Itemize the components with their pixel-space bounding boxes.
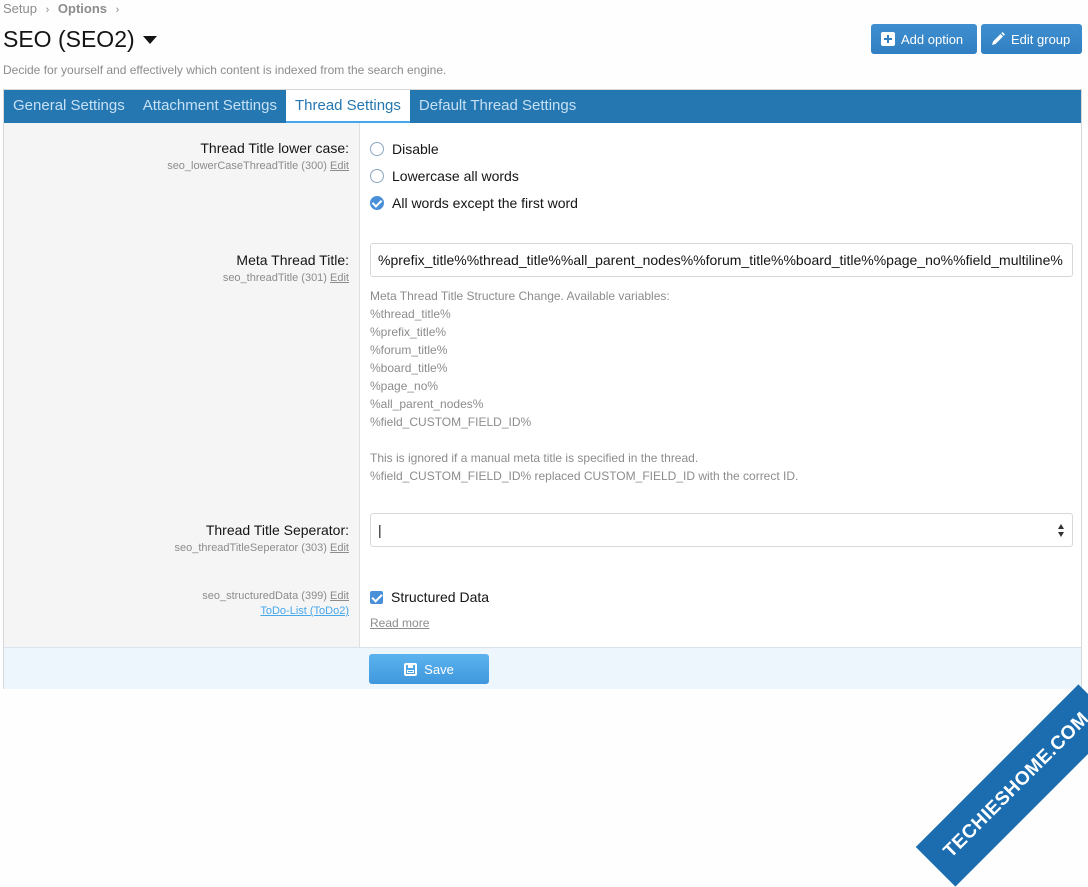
label-meta: Meta Thread Title:	[236, 252, 349, 268]
explain-line: Meta Thread Title Structure Change. Avai…	[370, 289, 670, 303]
meta-thread-title-input[interactable]: %prefix_title%%thread_title%%all_parent_…	[370, 243, 1073, 277]
row-label-lowercase: Thread Title lower case: seo_lowerCaseTh…	[167, 140, 349, 172]
row-label-meta: Meta Thread Title: seo_threadTitle (301)…	[223, 252, 349, 284]
explain-line: %thread_title%	[370, 307, 451, 321]
breadcrumb-options[interactable]: Options	[58, 1, 107, 16]
separator-select[interactable]: |	[370, 513, 1073, 547]
tab-bar: General Settings Attachment Settings Thr…	[4, 90, 1081, 123]
form-footer: Save	[4, 647, 1081, 689]
todo-list-link[interactable]: ToDo-List (ToDo2)	[202, 605, 349, 617]
explain-gap	[370, 431, 798, 449]
save-button[interactable]: Save	[369, 654, 489, 684]
edit-link-separator[interactable]: Edit	[330, 542, 349, 554]
hint-lowercase-key: seo_lowerCaseThreadTitle (300)	[167, 160, 327, 172]
explain-line: %all_parent_nodes%	[370, 397, 484, 411]
radio-disable[interactable]: Disable	[370, 141, 439, 157]
add-option-label: Add option	[901, 31, 964, 47]
page-title[interactable]: SEO (SEO2)	[3, 26, 157, 53]
checkbox-checked-icon[interactable]	[370, 590, 383, 604]
label-separator: Thread Title Seperator:	[205, 522, 349, 538]
edit-group-button[interactable]: Edit group	[981, 24, 1082, 54]
tab-attachment-settings[interactable]: Attachment Settings	[134, 90, 286, 123]
save-label: Save	[424, 661, 454, 677]
structured-data-checkbox[interactable]: Structured Data	[370, 589, 489, 605]
floppy-disk-icon	[404, 662, 418, 676]
tab-default-thread-settings[interactable]: Default Thread Settings	[410, 90, 585, 123]
meta-thread-title-explain: Meta Thread Title Structure Change. Avai…	[370, 287, 798, 485]
explain-line: %prefix_title%	[370, 325, 447, 339]
row-label-separator: Thread Title Seperator: seo_threadTitleS…	[175, 522, 350, 554]
radio-lowercase-all-label: Lowercase all words	[392, 168, 519, 184]
breadcrumb-setup[interactable]: Setup	[3, 1, 37, 16]
caret-down-icon[interactable]	[142, 35, 157, 44]
breadcrumb-separator-icon: ›	[115, 4, 120, 16]
hint-meta: seo_threadTitle (301) Edit	[223, 272, 349, 284]
explain-line: %page_no%	[370, 379, 439, 393]
radio-except-first-label: All words except the first word	[392, 195, 578, 211]
radio-checked-icon[interactable]	[370, 196, 384, 210]
read-more-link[interactable]: Read more	[370, 616, 429, 630]
radio-except-first[interactable]: All words except the first word	[370, 195, 578, 211]
edit-link-structured[interactable]: Edit	[330, 590, 349, 602]
radio-off-icon[interactable]	[370, 169, 384, 183]
explain-line: %field_CUSTOM_FIELD_ID%	[370, 415, 532, 429]
pencil-icon	[992, 32, 1005, 45]
tab-thread-settings[interactable]: Thread Settings	[285, 90, 410, 123]
edit-link-meta[interactable]: Edit	[330, 272, 349, 284]
edit-link-lowercase[interactable]: Edit	[330, 160, 349, 172]
hint-structured-key: seo_structuredData (399)	[202, 590, 327, 602]
separator-select-value: |	[378, 522, 382, 538]
label-lowercase: Thread Title lower case:	[200, 140, 349, 156]
breadcrumb: Setup › Options ›	[3, 1, 124, 16]
explain-line: %forum_title%	[370, 343, 448, 357]
hint-separator-key: seo_threadTitleSeperator (303)	[174, 542, 327, 554]
plus-square-icon	[881, 32, 895, 46]
add-option-button[interactable]: Add option	[871, 24, 977, 54]
explain-line: %board_title%	[370, 361, 448, 375]
edit-group-label: Edit group	[1011, 31, 1071, 47]
watermark-logo: TECHIESHOME.COM	[915, 684, 1088, 887]
row-label-structured: seo_structuredData (399) Edit ToDo-List …	[202, 586, 349, 617]
explain-line: This is ignored if a manual meta title i…	[370, 451, 699, 465]
structured-data-label: Structured Data	[391, 589, 490, 605]
radio-disable-label: Disable	[392, 141, 439, 157]
hint-separator: seo_threadTitleSeperator (303) Edit	[175, 542, 350, 554]
radio-off-icon[interactable]	[370, 142, 384, 156]
label-column: Thread Title lower case: seo_lowerCaseTh…	[4, 123, 360, 647]
explain-line: %field_CUSTOM_FIELD_ID% replaced CUSTOM_…	[370, 469, 799, 483]
select-arrows-icon	[1058, 524, 1066, 538]
options-form: General Settings Attachment Settings Thr…	[3, 89, 1082, 689]
radio-lowercase-all[interactable]: Lowercase all words	[370, 168, 519, 184]
page-description: Decide for yourself and effectively whic…	[3, 63, 447, 77]
hint-lowercase: seo_lowerCaseThreadTitle (300) Edit	[167, 160, 349, 172]
hint-meta-key: seo_threadTitle (301)	[222, 272, 327, 284]
tab-general-settings[interactable]: General Settings	[4, 90, 134, 123]
page-title-text: SEO (SEO2)	[3, 26, 135, 52]
breadcrumb-separator-icon: ›	[45, 4, 50, 16]
hint-structured: seo_structuredData (399) Edit ToDo-List …	[202, 590, 349, 617]
